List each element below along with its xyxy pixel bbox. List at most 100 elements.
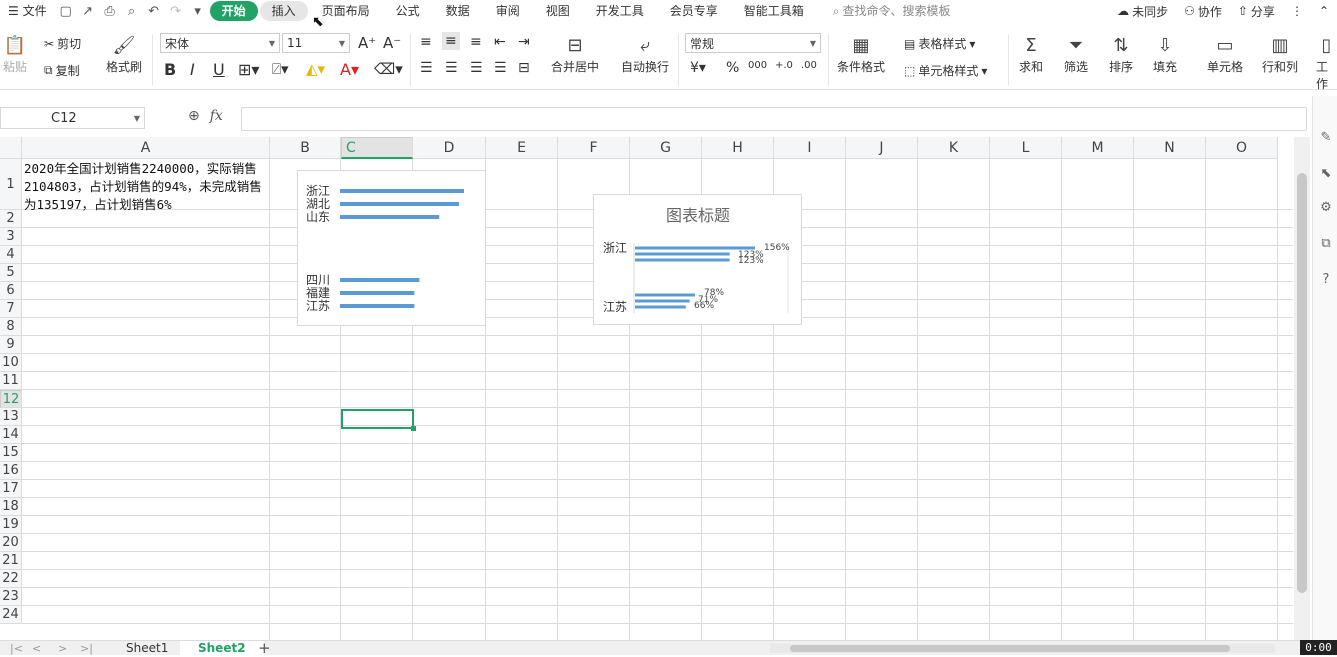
file-menu[interactable]: ☰ 文件	[0, 0, 55, 22]
row-header-16[interactable]: 16	[0, 462, 22, 480]
column-header-g[interactable]: G	[630, 137, 702, 159]
cut-button[interactable]: ✂ 剪切	[44, 35, 81, 52]
tab-insert[interactable]: 插入	[259, 1, 308, 21]
row-header-24[interactable]: 24	[0, 606, 22, 624]
column-header-c[interactable]: C	[341, 137, 413, 159]
row-header-11[interactable]: 11	[0, 372, 22, 390]
sheet-tab-sheet1[interactable]: Sheet1	[108, 641, 186, 656]
tab-developer[interactable]: 开发工具	[584, 1, 656, 21]
row-header-9[interactable]: 9	[0, 336, 22, 354]
help-icon[interactable]: ?	[1318, 272, 1334, 288]
row-header-6[interactable]: 6	[0, 282, 22, 300]
prev-sheet-icon[interactable]: <	[32, 641, 41, 656]
quick-access-dropdown-icon[interactable]: ▾	[187, 0, 209, 22]
sum-button[interactable]: Σ 求和	[1018, 32, 1044, 75]
row-header-3[interactable]: 3	[0, 228, 22, 246]
italic-icon[interactable]: I	[190, 60, 195, 79]
justify-icon[interactable]: ☰	[494, 60, 507, 76]
save-icon[interactable]: ▢	[55, 0, 77, 22]
row-header-4[interactable]: 4	[0, 246, 22, 264]
formula-input[interactable]	[241, 107, 1307, 131]
active-cell-c12[interactable]	[341, 409, 416, 431]
scroll-thumb[interactable]	[1297, 173, 1307, 593]
underline-icon[interactable]: U	[213, 60, 225, 79]
font-size-select[interactable]: 11 ▼	[282, 33, 350, 53]
add-sheet-icon[interactable]: +	[258, 641, 271, 656]
rows-cols-button[interactable]: ▥ 行和列	[1262, 32, 1298, 75]
undo-icon[interactable]: ↶	[143, 0, 165, 22]
tab-smart-tools[interactable]: 智能工具箱	[732, 1, 816, 21]
border-icon[interactable]: ⊞▾	[238, 60, 259, 79]
zoom-icon[interactable]: ⊕	[188, 108, 200, 124]
column-header-o[interactable]: O	[1206, 137, 1278, 159]
column-header-m[interactable]: M	[1062, 137, 1134, 159]
row-header-15[interactable]: 15	[0, 444, 22, 462]
indent-decrease-icon[interactable]: ⇤	[494, 34, 506, 50]
column-header-b[interactable]: B	[270, 137, 341, 159]
print-icon[interactable]: ⎙	[99, 0, 121, 22]
fill-color-icon[interactable]: ◭▾	[306, 60, 325, 78]
tab-member[interactable]: 会员专享	[658, 1, 730, 21]
filter-button[interactable]: ⏷ 筛选	[1063, 32, 1089, 75]
indent-increase-icon[interactable]: ⇥	[518, 34, 530, 50]
redo-icon[interactable]: ↷	[165, 0, 187, 22]
thousands-icon[interactable]: 000	[748, 60, 767, 71]
column-header-i[interactable]: I	[774, 137, 846, 159]
row-header-19[interactable]: 19	[0, 516, 22, 534]
column-header-e[interactable]: E	[486, 137, 558, 159]
column-header-k[interactable]: K	[918, 137, 990, 159]
row-header-22[interactable]: 22	[0, 570, 22, 588]
name-box[interactable]: C12 ▼	[0, 107, 145, 129]
select-all-corner[interactable]	[0, 137, 22, 159]
style-icon[interactable]: ✎	[1318, 130, 1334, 146]
column-header-h[interactable]: H	[702, 137, 774, 159]
cell-button[interactable]: ▭ 单元格	[1207, 32, 1243, 75]
row-header-14[interactable]: 14	[0, 426, 22, 444]
bold-icon[interactable]: B	[164, 60, 176, 79]
vertical-scrollbar[interactable]	[1294, 137, 1310, 640]
command-search[interactable]: ⌕ 查找命令、搜索模板	[825, 0, 959, 22]
row-header-20[interactable]: 20	[0, 534, 22, 552]
row-header-18[interactable]: 18	[0, 498, 22, 516]
worksheet-button[interactable]: ▯ 工作	[1316, 32, 1337, 92]
conditional-format-button[interactable]: ▦ 条件格式	[837, 32, 885, 75]
more-icon[interactable]: ⋮	[1283, 4, 1311, 18]
select-icon[interactable]: ⬉	[1318, 166, 1334, 182]
currency-icon[interactable]: ¥▾	[690, 60, 706, 76]
align-middle-icon[interactable]: ≡	[442, 32, 460, 50]
fill-button[interactable]: ⇩ 填充	[1152, 32, 1178, 75]
settings-icon[interactable]: ⚙	[1318, 200, 1334, 216]
column-header-n[interactable]: N	[1134, 137, 1206, 159]
row-header-8[interactable]: 8	[0, 318, 22, 336]
distributed-icon[interactable]: ⊟	[518, 60, 530, 76]
font-name-select[interactable]: 宋体 ▼	[160, 33, 280, 53]
tab-view[interactable]: 视图	[534, 1, 582, 21]
number-format-select[interactable]: 常规 ▼	[685, 33, 821, 53]
column-header-d[interactable]: D	[413, 137, 486, 159]
copy-button[interactable]: ⧉ 复制	[44, 62, 80, 79]
preview-icon[interactable]: ⌕	[121, 0, 143, 22]
collab-button[interactable]: ⚇ 协作	[1176, 3, 1230, 20]
align-right-icon[interactable]: ☰	[470, 60, 483, 76]
sheet-tab-sheet2[interactable]: Sheet2	[180, 641, 264, 656]
sort-button[interactable]: ⇅ 排序	[1108, 32, 1134, 75]
align-bottom-icon[interactable]: ≡	[470, 34, 482, 50]
collapse-ribbon-icon[interactable]: ⌃	[1311, 4, 1337, 18]
row-header-1[interactable]: 1	[0, 159, 22, 210]
font-color-icon[interactable]: A▾	[340, 60, 359, 79]
wrap-text-button[interactable]: ⤶ 自动换行	[621, 32, 669, 75]
column-header-l[interactable]: L	[990, 137, 1062, 159]
align-top-icon[interactable]: ≡	[420, 34, 432, 50]
scroll-thumb[interactable]	[790, 645, 1230, 652]
paste-button[interactable]: 📋 粘贴	[2, 32, 28, 75]
cell-a1[interactable]: 2020年全国计划销售2240000，实际销售2104803，占计划销售的94%…	[24, 160, 269, 214]
increase-font-icon[interactable]: A⁺	[358, 34, 376, 52]
chart-2[interactable]: 图表标题 156% 浙江 123% 123% 78% 71% 66% 江苏	[593, 194, 802, 325]
column-header-a[interactable]: A	[22, 137, 270, 159]
row-header-12[interactable]: 12	[0, 390, 22, 408]
merge-center-button[interactable]: ⊟ 合并居中	[551, 32, 599, 75]
tab-data[interactable]: 数据	[434, 1, 482, 21]
row-header-2[interactable]: 2	[0, 210, 22, 228]
align-center-icon[interactable]: ☰	[445, 60, 458, 76]
last-sheet-icon[interactable]: >|	[80, 641, 93, 656]
